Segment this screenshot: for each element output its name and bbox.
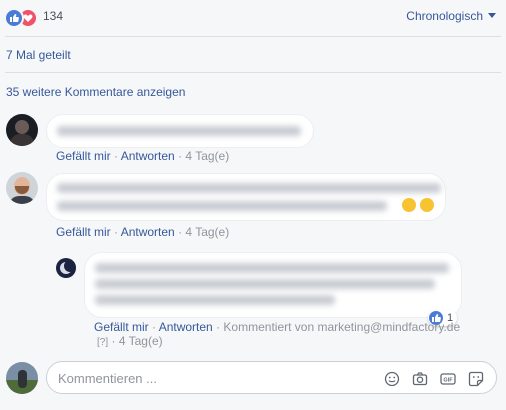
timestamp[interactable]: 4 Tag(e) — [185, 149, 229, 163]
avatar[interactable] — [6, 172, 38, 204]
sort-dropdown[interactable]: Chronologisch — [406, 9, 496, 23]
divider — [5, 36, 501, 37]
like-reaction-icon[interactable] — [4, 8, 24, 28]
comment-placeholder: Kommentieren ... — [58, 371, 157, 386]
comment-input[interactable]: Kommentieren ... GIF — [46, 361, 497, 394]
sticker-icon[interactable] — [468, 371, 484, 387]
commented-by: Kommentiert von marketing@mindfactory.de — [223, 320, 461, 334]
reply-link[interactable]: Antworten — [159, 320, 213, 334]
sort-label: Chronologisch — [406, 9, 483, 23]
reply-link[interactable]: Antworten — [121, 149, 175, 163]
timestamp[interactable]: 4 Tag(e) — [119, 334, 163, 348]
reply-bubble — [84, 252, 462, 318]
svg-text:GIF: GIF — [443, 378, 453, 384]
caret-down-icon — [488, 13, 496, 18]
comment-bubble — [46, 173, 446, 221]
like-link[interactable]: Gefällt mir — [56, 225, 111, 239]
thinking-face-icon — [402, 198, 416, 212]
comment-bubble — [46, 114, 314, 148]
timestamp[interactable]: 4 Tag(e) — [185, 225, 229, 239]
shares-link[interactable]: 7 Mal geteilt — [6, 48, 71, 62]
emoji-icon[interactable] — [384, 371, 400, 387]
avatar[interactable] — [6, 114, 38, 146]
reply-link[interactable]: Antworten — [121, 225, 175, 239]
laughing-face-icon — [420, 198, 434, 212]
comment-actions: Gefällt mir · Antworten · 4 Tag(e) — [56, 225, 230, 239]
help-link[interactable]: [?] — [97, 337, 108, 348]
like-link[interactable]: Gefällt mir — [56, 149, 111, 163]
camera-icon[interactable] — [412, 371, 428, 387]
reply-actions: Gefällt mir · Antworten · Kommentiert vo… — [94, 320, 461, 334]
like-link[interactable]: Gefällt mir — [94, 320, 149, 334]
divider — [5, 72, 501, 73]
user-avatar[interactable] — [6, 362, 38, 394]
reply-meta: [?] · 4 Tag(e) — [97, 334, 163, 348]
gif-icon[interactable]: GIF — [440, 371, 456, 387]
more-comments-link[interactable]: 35 weitere Kommentare anzeigen — [6, 85, 185, 99]
reply-avatar[interactable] — [56, 258, 76, 278]
comment-actions: Gefällt mir · Antworten · 4 Tag(e) — [56, 149, 230, 163]
reaction-count[interactable]: 134 — [43, 9, 63, 23]
